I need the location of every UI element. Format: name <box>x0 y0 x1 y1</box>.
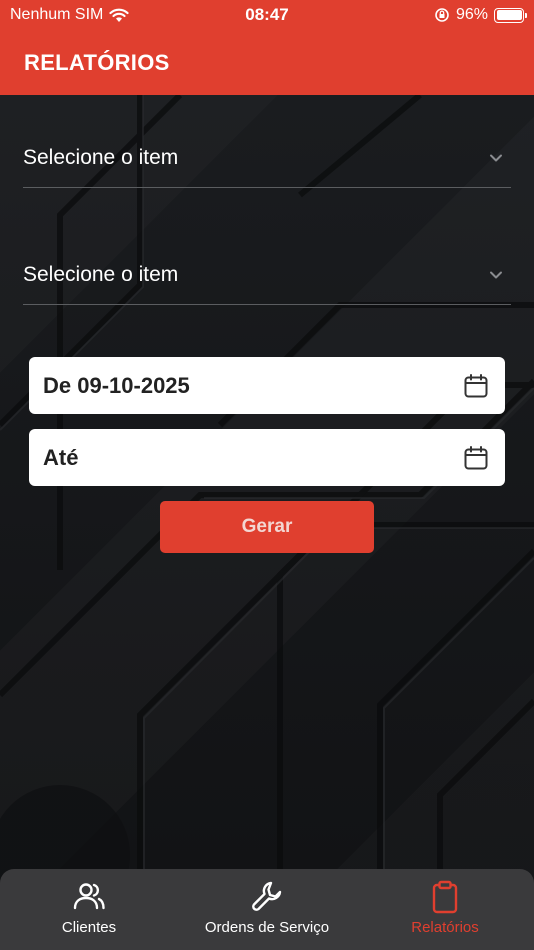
wrench-icon <box>252 881 282 911</box>
rotation-lock-icon <box>435 8 449 22</box>
status-right: 96% <box>434 6 527 24</box>
clipboard-icon <box>432 880 458 914</box>
calendar-icon[interactable] <box>463 373 489 399</box>
page-title: RELATÓRIOS <box>24 50 170 75</box>
item-select-1[interactable]: Selecione o item <box>23 128 511 188</box>
generate-button[interactable]: Gerar <box>160 501 374 553</box>
status-bar: Nenhum SIM 08:47 96% <box>0 0 534 30</box>
tab-clientes[interactable]: Clientes <box>0 869 178 950</box>
chevron-down-icon <box>490 271 502 278</box>
date-from-field[interactable]: De 09-10-2025 <box>29 357 505 414</box>
tab-clientes-label: Clientes <box>61 919 117 936</box>
item-select-2-placeholder: Selecione o item <box>23 262 179 286</box>
date-from-label: De 09-10-2025 <box>43 372 190 398</box>
tab-ordens-label: Ordens de Serviço <box>204 919 330 936</box>
tab-relatorios[interactable]: Relatórios <box>356 869 534 950</box>
chevron-down-icon <box>490 154 502 161</box>
item-select-2[interactable]: Selecione o item <box>23 245 511 305</box>
date-to-label: Até <box>43 444 79 470</box>
date-to-field[interactable]: Até <box>29 429 505 486</box>
battery-percent: 96% <box>455 6 488 23</box>
users-icon <box>73 883 105 910</box>
tab-ordens-de-servico[interactable]: Ordens de Serviço <box>178 869 356 950</box>
app-header: Nenhum SIM 08:47 96% RELATÓRIOS <box>0 0 534 95</box>
calendar-icon[interactable] <box>463 445 489 471</box>
tab-relatorios-label: Relatórios <box>411 919 479 936</box>
battery-icon <box>494 7 527 23</box>
item-select-1-placeholder: Selecione o item <box>23 145 179 169</box>
bottom-tab-bar: Clientes Ordens de Serviço Relatórios <box>0 869 534 950</box>
